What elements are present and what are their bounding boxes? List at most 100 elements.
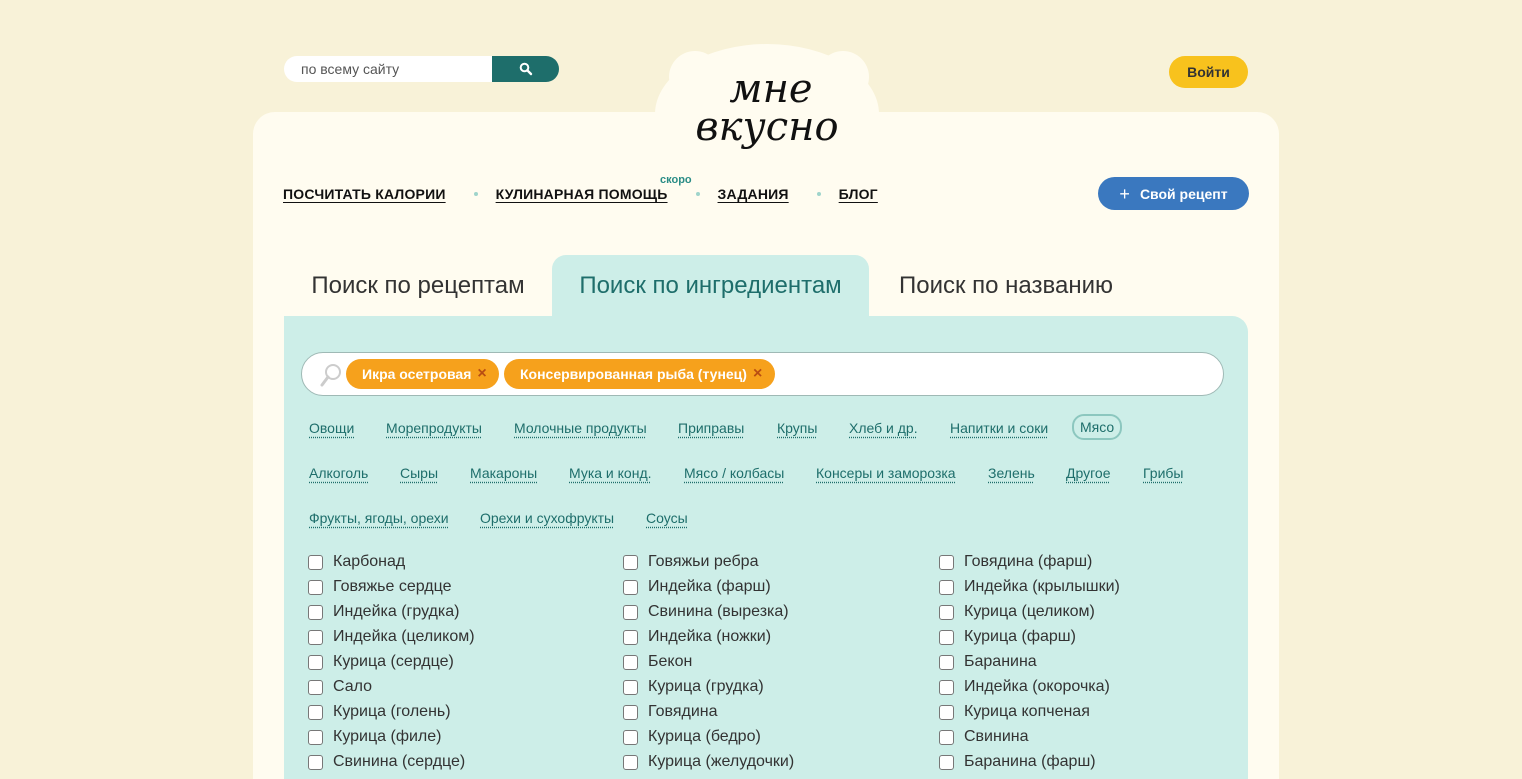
ingredient-checkbox-item[interactable]: Говяжье сердце	[308, 577, 452, 597]
category-sausages[interactable]: Мясо / колбасы	[684, 465, 784, 481]
category-seafood[interactable]: Морепродукты	[386, 420, 482, 436]
checkbox[interactable]	[308, 754, 323, 770]
checkbox[interactable]	[623, 579, 638, 595]
checkbox[interactable]	[939, 754, 954, 770]
checkbox[interactable]	[308, 679, 323, 695]
ingredient-checkbox-item[interactable]: Курица (филе)	[308, 727, 441, 747]
category-alcohol[interactable]: Алкоголь	[309, 465, 368, 481]
ingredient-checkbox-item[interactable]: Индейка (окорочка)	[939, 677, 1110, 697]
ingredient-checkbox-item[interactable]: Говядина (фарш)	[939, 552, 1092, 572]
ingredient-checkbox-item[interactable]: Индейка (крылышки)	[939, 577, 1120, 597]
ingredient-checkbox-item[interactable]: Индейка (ножки)	[623, 627, 771, 647]
checkbox[interactable]	[939, 579, 954, 595]
category-meat[interactable]: Мясо	[1072, 414, 1123, 440]
add-recipe-button[interactable]: + Свой рецепт	[1098, 177, 1249, 210]
checkbox[interactable]	[623, 679, 638, 695]
checkbox[interactable]	[939, 679, 954, 695]
checkbox[interactable]	[939, 654, 954, 670]
search-icon	[519, 62, 532, 76]
ingredient-checkbox-item[interactable]: Индейка (фарш)	[623, 577, 771, 597]
checkbox[interactable]	[939, 604, 954, 620]
tab-search-name[interactable]: Поиск по названию	[869, 255, 1143, 317]
ingredient-label: Индейка (крылышки)	[964, 578, 1120, 595]
ingredient-checkbox-item[interactable]: Курица (целиком)	[939, 602, 1095, 622]
ingredient-checkbox-item[interactable]: Курица (фарш)	[939, 627, 1076, 647]
ingredient-checkbox-item[interactable]: Курица (желудочки)	[623, 752, 794, 772]
site-search-input[interactable]	[284, 56, 492, 82]
category-vegetables[interactable]: Овощи	[309, 420, 354, 436]
remove-icon[interactable]: ×	[477, 365, 486, 383]
category-drinks[interactable]: Напитки и соки	[950, 420, 1048, 436]
category-grains[interactable]: Крупы	[777, 420, 817, 436]
ingredient-checkbox-item[interactable]: Индейка (грудка)	[308, 602, 459, 622]
category-greens[interactable]: Зелень	[988, 465, 1035, 481]
ingredient-checkbox-item[interactable]: Свинина (сердце)	[308, 752, 465, 772]
ingredient-checkbox-item[interactable]: Свинина	[939, 727, 1029, 747]
category-other[interactable]: Другое	[1066, 465, 1110, 481]
category-dairy[interactable]: Молочные продукты	[514, 420, 647, 436]
ingredient-checkbox-item[interactable]: Баранина (фарш)	[939, 752, 1096, 772]
checkbox[interactable]	[308, 629, 323, 645]
ingredient-checkbox-item[interactable]: Свинина (вырезка)	[623, 602, 789, 622]
category-mushrooms[interactable]: Грибы	[1143, 465, 1183, 481]
ingredient-checkbox-item[interactable]: Бекон	[623, 652, 692, 672]
ingredient-search-field[interactable]: Икра осетровая × Консервированная рыба (…	[301, 352, 1224, 396]
ingredient-checkbox-item[interactable]: Сало	[308, 677, 372, 697]
ingredient-checkbox-item[interactable]: Индейка (целиком)	[308, 627, 475, 647]
checkbox[interactable]	[308, 604, 323, 620]
checkbox[interactable]	[623, 629, 638, 645]
category-fruits[interactable]: Фрукты, ягоды, орехи	[309, 510, 449, 526]
nav-tasks[interactable]: ЗАДАНИЯ	[718, 186, 789, 202]
checkbox[interactable]	[308, 729, 323, 745]
category-nuts-dried[interactable]: Орехи и сухофрукты	[480, 510, 614, 526]
checkbox[interactable]	[623, 704, 638, 720]
checkbox[interactable]	[939, 704, 954, 720]
checkbox[interactable]	[308, 704, 323, 720]
category-cheese[interactable]: Сыры	[400, 465, 438, 481]
checkbox[interactable]	[308, 579, 323, 595]
category-flour[interactable]: Мука и конд.	[569, 465, 652, 481]
checkbox[interactable]	[623, 604, 638, 620]
ingredient-checkbox-item[interactable]: Курица (грудка)	[623, 677, 764, 697]
site-logo[interactable]: мне вкусно	[655, 42, 879, 184]
ingredient-chip: Икра осетровая ×	[346, 359, 499, 389]
search-button[interactable]	[492, 56, 559, 82]
ingredient-label: Индейка (фарш)	[648, 578, 771, 595]
ingredient-checkbox-item[interactable]: Говядина	[623, 702, 717, 722]
checkbox[interactable]	[308, 554, 323, 570]
category-pasta[interactable]: Макароны	[470, 465, 537, 481]
remove-icon[interactable]: ×	[753, 365, 762, 383]
checkbox[interactable]	[308, 654, 323, 670]
ingredient-label: Свинина (вырезка)	[648, 603, 789, 620]
login-button[interactable]: Войти	[1169, 56, 1248, 88]
ingredient-checkbox-item[interactable]: Курица (сердце)	[308, 652, 454, 672]
category-spices[interactable]: Приправы	[678, 420, 744, 436]
nav-culinary-help[interactable]: КУЛИНАРНАЯ ПОМОЩЬ	[496, 186, 668, 202]
ingredient-checkbox-item[interactable]: Курица (голень)	[308, 702, 451, 722]
tab-search-recipes[interactable]: Поиск по рецептам	[284, 255, 552, 317]
nav-calories[interactable]: ПОСЧИТАТЬ КАЛОРИИ	[283, 186, 446, 202]
ingredient-checkbox-item[interactable]: Курица (бедро)	[623, 727, 761, 747]
category-canned-frozen[interactable]: Консеры и заморозка	[816, 465, 956, 481]
checkbox[interactable]	[623, 554, 638, 570]
category-bread[interactable]: Хлеб и др.	[849, 420, 918, 436]
checkbox[interactable]	[939, 629, 954, 645]
tab-search-ingredients[interactable]: Поиск по ингредиентам	[552, 255, 869, 317]
ingredient-label: Индейка (целиком)	[333, 628, 475, 645]
ingredient-checkbox-item[interactable]: Карбонад	[308, 552, 405, 572]
nav-blog[interactable]: БЛОГ	[839, 186, 878, 202]
add-recipe-label: Свой рецепт	[1139, 185, 1228, 202]
site-search	[284, 56, 559, 82]
category-sauces[interactable]: Соусы	[646, 510, 688, 526]
ingredient-label: Карбонад	[333, 553, 406, 570]
ingredient-label: Индейка (ножки)	[648, 628, 772, 645]
ingredient-checkbox-item[interactable]: Курица копченая	[939, 702, 1090, 722]
ingredient-checkbox-item[interactable]: Говяжьи ребра	[623, 552, 758, 572]
ingredient-checkbox-item[interactable]: Баранина	[939, 652, 1037, 672]
checkbox[interactable]	[623, 654, 638, 670]
checkbox[interactable]	[623, 729, 638, 745]
checkbox[interactable]	[939, 729, 954, 745]
checkbox[interactable]	[939, 554, 954, 570]
checkbox[interactable]	[623, 754, 638, 770]
ingredient-label: Курица (грудка)	[648, 678, 764, 695]
